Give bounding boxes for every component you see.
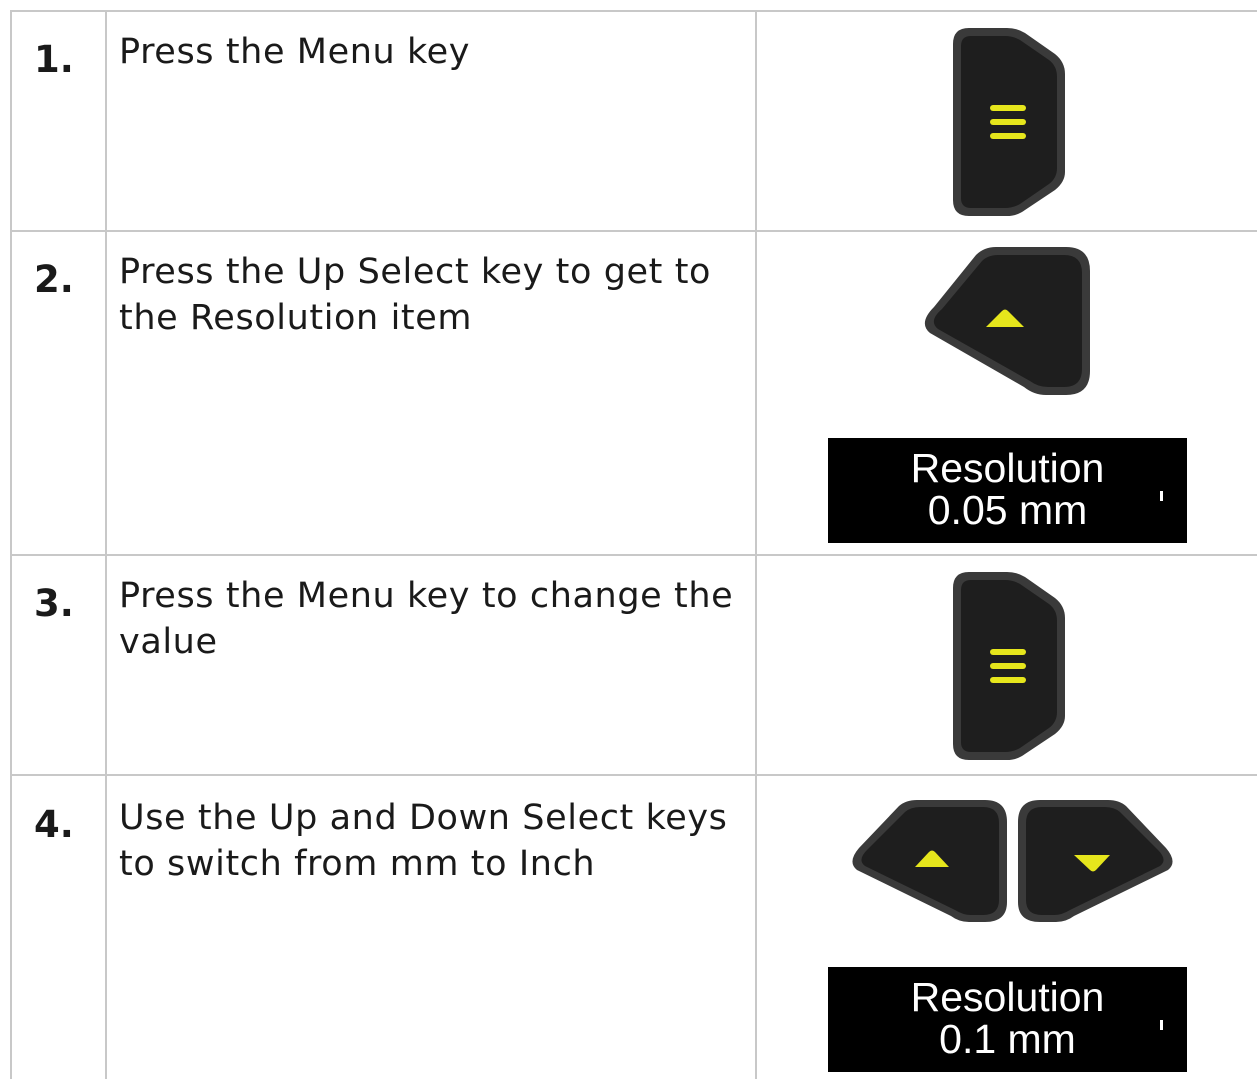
step-number: 4. xyxy=(34,803,74,846)
step-text: Press the Up Select key to get to the Re… xyxy=(119,252,712,338)
display-label: Resolution xyxy=(910,445,1105,491)
table-border-left xyxy=(10,10,12,1079)
up-select-key-icon xyxy=(852,800,1007,922)
step-number: 1. xyxy=(34,38,74,81)
resolution-display: Resolution 0.1 mm xyxy=(828,967,1187,1072)
step-number: 2. xyxy=(34,258,74,301)
row-divider xyxy=(10,230,1257,232)
step-number: 3. xyxy=(34,582,74,625)
column-divider xyxy=(105,10,107,1079)
menu-key-icon xyxy=(953,572,1065,760)
column-divider xyxy=(755,10,757,1079)
display-value: 0.05 mm xyxy=(927,487,1088,533)
instruction-table: 1. Press the Menu key 2. Press the Up Se… xyxy=(0,0,1257,1079)
display-cursor-mark xyxy=(1160,491,1163,501)
display-label: Resolution xyxy=(910,974,1105,1020)
row-divider xyxy=(10,774,1257,776)
step-text: Press the Menu key xyxy=(119,32,471,72)
up-select-key-icon xyxy=(924,247,1090,395)
display-value: 0.1 mm xyxy=(939,1016,1076,1062)
step-text: Press the Menu key to change the value xyxy=(119,576,734,662)
table-border-top xyxy=(10,10,1257,12)
resolution-display: Resolution 0.05 mm xyxy=(828,438,1187,543)
down-select-key-icon xyxy=(1018,800,1173,922)
menu-key-icon xyxy=(953,28,1065,216)
row-divider xyxy=(10,554,1257,556)
display-cursor-mark xyxy=(1160,1020,1163,1030)
step-text: Use the Up and Down Select keys to switc… xyxy=(119,798,728,884)
